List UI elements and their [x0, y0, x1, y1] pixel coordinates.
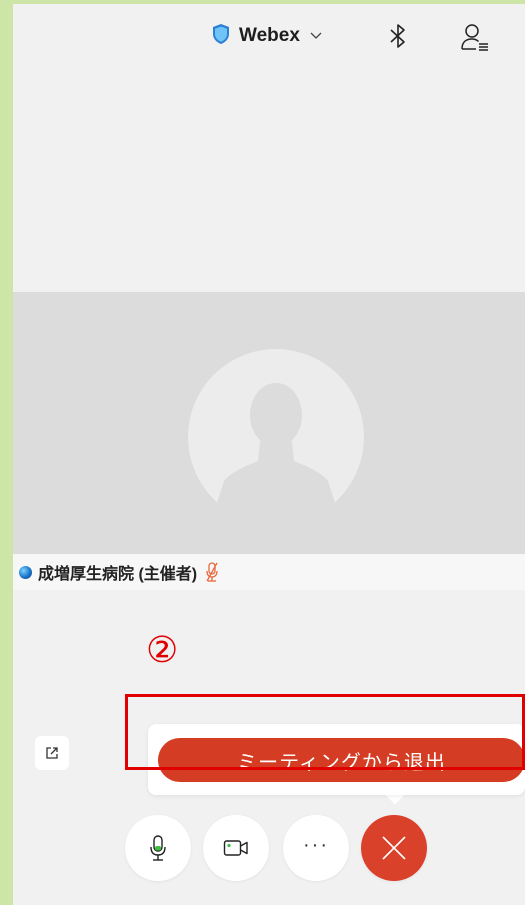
- webex-meeting-screen: Webex 成増厚生病院 (主催者) ② ミーティングから退出 ···: [13, 4, 525, 905]
- meeting-header: Webex: [13, 4, 525, 68]
- webex-shield-icon: [211, 23, 231, 50]
- microphone-button[interactable]: [125, 815, 191, 881]
- person-silhouette-icon: [210, 383, 342, 525]
- end-call-icon: [382, 836, 406, 860]
- participants-icon: [461, 24, 488, 51]
- bluetooth-button[interactable]: [383, 20, 413, 52]
- video-button[interactable]: [203, 815, 269, 881]
- microphone-muted-icon: [205, 562, 219, 582]
- video-camera-icon: [223, 840, 248, 856]
- participant-video-tile: [13, 292, 525, 554]
- bluetooth-icon: [390, 24, 405, 48]
- participant-name: 成増厚生病院 (主催者): [38, 566, 198, 583]
- participants-button[interactable]: [457, 20, 493, 54]
- open-external-icon: [46, 747, 58, 759]
- participant-name-bar: 成増厚生病院 (主催者): [13, 554, 525, 590]
- meeting-control-bar: ···: [13, 815, 525, 885]
- left-frame-strip: [0, 0, 13, 905]
- presence-status-icon: [19, 565, 32, 579]
- app-name: Webex: [239, 25, 300, 46]
- step-number-annotation: ②: [146, 629, 179, 670]
- participant-avatar: [188, 349, 364, 525]
- leave-meeting-popover: ミーティングから退出: [148, 724, 525, 795]
- more-options-button[interactable]: ···: [283, 815, 349, 881]
- microphone-icon: [150, 835, 166, 861]
- end-call-button[interactable]: [361, 815, 427, 881]
- open-external-button[interactable]: [35, 736, 69, 770]
- leave-meeting-button[interactable]: ミーティングから退出: [158, 738, 525, 782]
- chevron-down-icon: [310, 27, 322, 45]
- webex-site-switcher[interactable]: Webex: [211, 18, 322, 54]
- more-options-icon: ···: [303, 833, 329, 856]
